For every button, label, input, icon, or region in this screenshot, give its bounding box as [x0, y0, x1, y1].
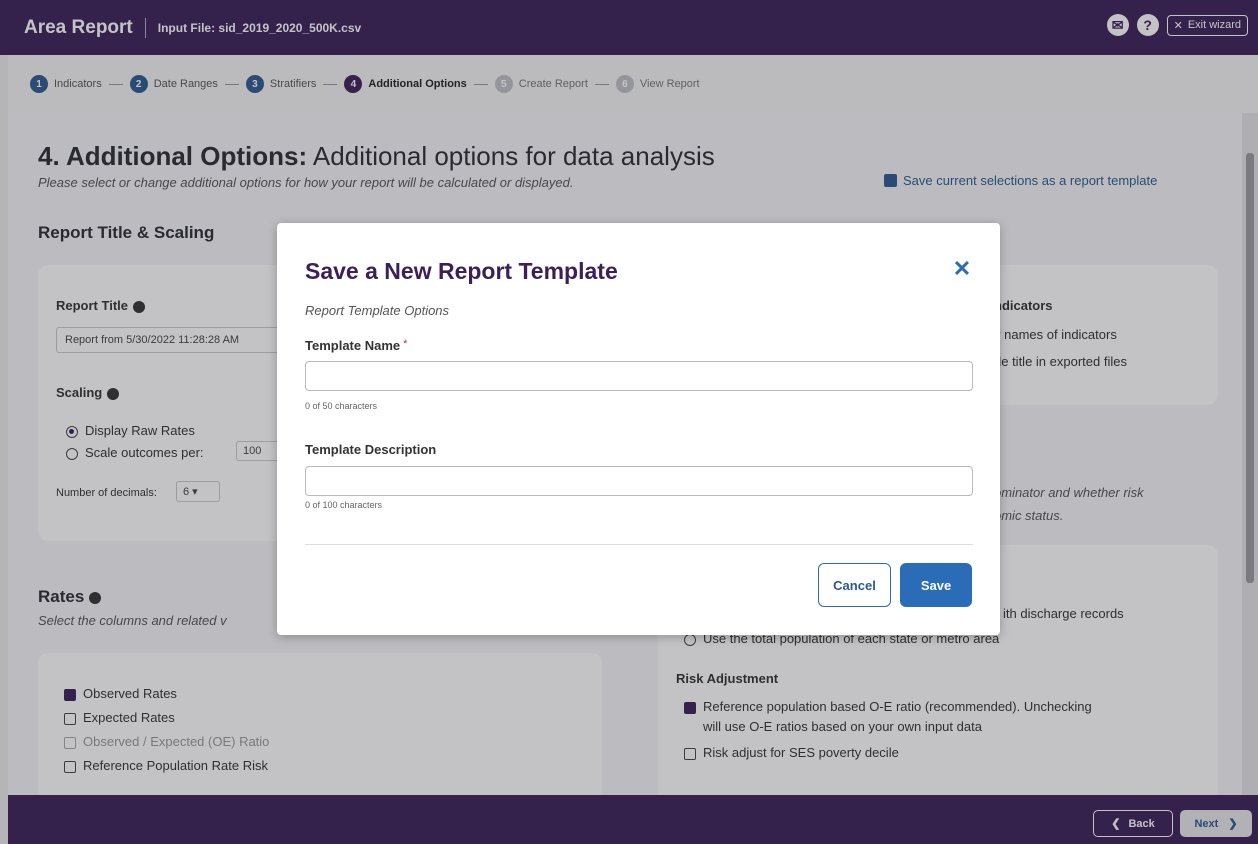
template-name-label: Template Name * [305, 338, 407, 353]
save-template-dialog: Save a New Report Template ✕ Report Temp… [277, 223, 1000, 635]
template-description-input[interactable] [305, 466, 973, 496]
save-button[interactable]: Save [900, 563, 972, 607]
template-description-counter: 0 of 100 characters [305, 500, 383, 510]
template-description-label: Template Description [305, 442, 437, 457]
close-icon[interactable]: ✕ [950, 256, 974, 281]
template-name-label-text: Template Name [305, 338, 401, 353]
template-name-input[interactable] [305, 361, 973, 391]
dialog-subtitle: Report Template Options [305, 303, 450, 318]
required-asterisk: * [403, 338, 408, 350]
cancel-button[interactable]: Cancel [818, 563, 891, 607]
template-name-counter: 0 of 50 characters [305, 401, 378, 411]
dialog-divider [305, 544, 973, 545]
dialog-title: Save a New Report Template [305, 258, 618, 284]
